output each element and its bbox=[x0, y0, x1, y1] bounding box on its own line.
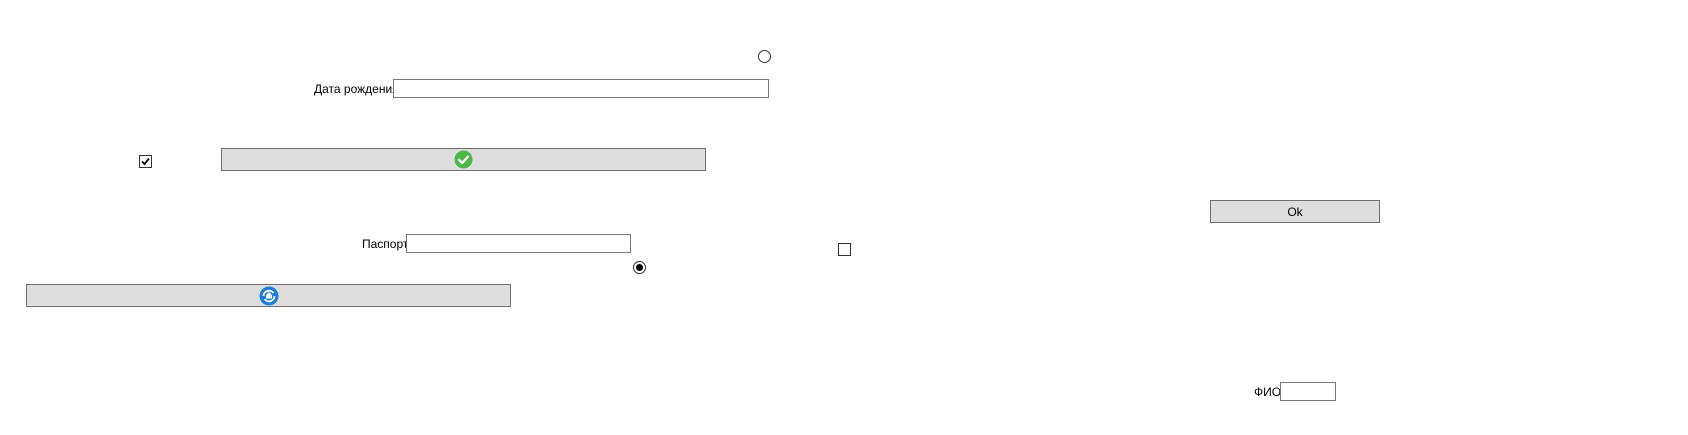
green-check-circle-icon bbox=[454, 150, 473, 169]
update-button[interactable] bbox=[26, 284, 511, 307]
checkmark-icon bbox=[141, 157, 150, 166]
birth-date-field[interactable] bbox=[393, 79, 769, 98]
ok-button-label: Ok bbox=[1287, 204, 1303, 219]
fio-field[interactable] bbox=[1280, 382, 1336, 401]
radio-button-top[interactable] bbox=[758, 50, 771, 63]
fio-label: ФИО bbox=[1254, 385, 1282, 399]
checkbox-middle[interactable] bbox=[838, 243, 851, 256]
confirm-button[interactable] bbox=[221, 148, 706, 171]
blue-refresh-icon bbox=[259, 286, 278, 305]
passport-label: Паспорт bbox=[362, 237, 409, 251]
agree-checkbox[interactable] bbox=[139, 155, 152, 168]
birth-date-label: Дата рождения bbox=[314, 82, 399, 96]
ok-button[interactable]: Ok bbox=[1210, 200, 1380, 223]
passport-field[interactable] bbox=[406, 234, 631, 253]
radio-button-bottom[interactable] bbox=[633, 261, 646, 274]
radio-selected-dot bbox=[636, 264, 643, 271]
